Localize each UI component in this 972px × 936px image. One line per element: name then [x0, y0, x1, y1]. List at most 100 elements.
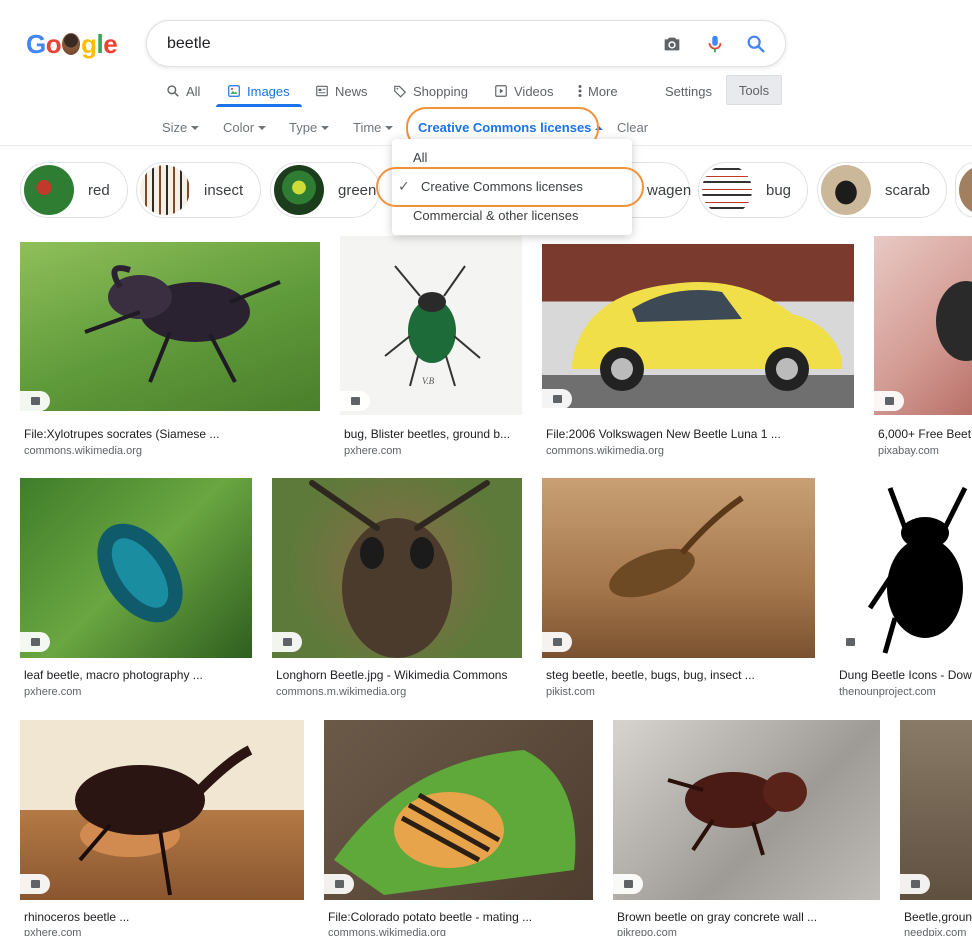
image-badge-icon: [20, 391, 50, 411]
result-thumbnail: [272, 478, 522, 658]
dropdown-item-all[interactable]: All: [392, 145, 632, 169]
chip-label: red: [88, 181, 110, 199]
tab-label: All: [186, 83, 201, 99]
filter-label: Color: [223, 120, 255, 135]
image-result[interactable]: rhinoceros beetle ... pxhere.com: [20, 720, 304, 936]
image-icon: [228, 85, 240, 97]
chip-thumbnail: [24, 165, 74, 215]
filter-size[interactable]: Size: [162, 120, 200, 135]
image-result[interactable]: leaf beetle, macro photography ... pxher…: [20, 478, 252, 700]
result-thumbnail: [542, 244, 854, 408]
logo-letter: o: [45, 29, 62, 59]
image-result[interactable]: Longhorn Beetle.jpg - Wikimedia Commons …: [272, 478, 522, 700]
image-result[interactable]: steg beetle, beetle, bugs, bug, insect .…: [542, 478, 815, 700]
search-icon[interactable]: [745, 33, 767, 55]
search-box[interactable]: beetle: [146, 20, 786, 67]
google-logo[interactable]: Go gle: [26, 29, 118, 60]
tab-shopping[interactable]: Shopping: [393, 80, 468, 102]
result-title: rhinoceros beetle ...: [24, 910, 130, 924]
filter-time[interactable]: Time: [353, 120, 394, 135]
chip-label: scarab: [885, 181, 931, 199]
settings-link[interactable]: Settings: [665, 80, 712, 102]
image-badge-icon: [542, 389, 572, 409]
chip-red[interactable]: red: [20, 162, 128, 218]
result-thumbnail: [20, 720, 304, 900]
result-thumbnail: [324, 720, 593, 900]
image-result[interactable]: 6,000+ Free Beet pixabay.com: [874, 236, 972, 458]
tab-more[interactable]: More: [578, 80, 618, 102]
search-tabs: All Images News Shopping Videos More Set…: [0, 80, 972, 104]
image-badge-icon: [324, 874, 354, 894]
tools-button[interactable]: Tools: [726, 75, 782, 105]
chip-thumbnail: [274, 165, 324, 215]
image-result[interactable]: Brown beetle on gray concrete wall ... p…: [613, 720, 880, 936]
image-badge-icon: [900, 874, 930, 894]
tab-images[interactable]: Images: [227, 80, 290, 102]
result-site: pikrepo.com: [617, 927, 677, 936]
doodle-icon: [62, 33, 81, 55]
result-site: commons.wikimedia.org: [546, 445, 664, 457]
filter-clear[interactable]: Clear: [617, 120, 648, 135]
result-thumbnail: [20, 478, 252, 658]
annotation-highlight-option: [376, 167, 644, 207]
result-thumbnail: V.B: [340, 236, 522, 415]
logo-letter: G: [26, 29, 46, 59]
chip-partial[interactable]: [955, 162, 972, 218]
chip-scarab[interactable]: scarab: [817, 162, 947, 218]
image-result[interactable]: File:Colorado potato beetle - mating ...…: [324, 720, 593, 936]
chip-thumbnail: [702, 165, 752, 215]
result-site: pixabay.com: [878, 445, 939, 457]
more-icon: [578, 85, 582, 97]
result-title: File:2006 Volkswagen New Beetle Luna 1 .…: [546, 427, 781, 441]
dropdown-item-label: All: [413, 149, 428, 165]
image-result[interactable]: V.B bug, Blister beetles, ground b... px…: [340, 236, 522, 458]
result-title: Beetle,groun: [904, 910, 972, 924]
result-title: File:Colorado potato beetle - mating ...: [328, 910, 533, 924]
tab-label: Shopping: [413, 83, 468, 99]
result-thumbnail: [900, 720, 972, 900]
result-title: File:Xylotrupes socrates (Siamese ...: [24, 427, 220, 441]
tab-all[interactable]: All: [166, 80, 200, 102]
result-title: Dung Beetle Icons - Dow: [839, 668, 972, 682]
search-input[interactable]: beetle: [167, 35, 211, 53]
image-result[interactable]: Beetle,groun needpix.com: [900, 720, 972, 936]
result-title: 6,000+ Free Beet: [878, 427, 972, 441]
tab-label: Videos: [514, 83, 554, 99]
chip-bug[interactable]: bug: [698, 162, 808, 218]
chip-thumbnail: [821, 165, 871, 215]
tab-news[interactable]: News: [315, 80, 368, 102]
filter-label: Time: [353, 120, 382, 135]
result-site: commons.wikimedia.org: [24, 445, 142, 457]
logo-letter: g: [81, 29, 97, 59]
image-badge-icon: [20, 874, 50, 894]
result-site: pxhere.com: [344, 445, 402, 457]
image-badge-icon: [613, 874, 643, 894]
image-badge-icon: [272, 632, 302, 652]
filter-type[interactable]: Type: [289, 120, 330, 135]
chip-insect[interactable]: insect: [136, 162, 261, 218]
filter-label: Type: [289, 120, 318, 135]
image-result[interactable]: File:2006 Volkswagen New Beetle Luna 1 .…: [542, 244, 854, 458]
filter-color[interactable]: Color: [223, 120, 267, 135]
chevron-down-icon: [321, 125, 330, 130]
result-title: Longhorn Beetle.jpg - Wikimedia Commons: [276, 668, 508, 682]
result-title: Brown beetle on gray concrete wall ...: [617, 910, 818, 924]
tab-videos[interactable]: Videos: [494, 80, 554, 102]
image-result[interactable]: Dung Beetle Icons - Dow thenounproject.c…: [835, 478, 972, 700]
image-caption: V.B: [422, 376, 435, 386]
chip-label: bug: [766, 181, 792, 199]
camera-icon[interactable]: [661, 33, 683, 55]
image-result[interactable]: File:Xylotrupes socrates (Siamese ... co…: [20, 242, 320, 458]
image-badge-icon: [340, 391, 370, 411]
chip-label: insect: [204, 181, 244, 199]
chip-label: green: [338, 181, 377, 199]
chevron-down-icon: [258, 125, 267, 130]
chip-green[interactable]: green: [270, 162, 380, 218]
chip-thumbnail: [140, 165, 190, 215]
chevron-down-icon: [191, 125, 200, 130]
result-site: thenounproject.com: [839, 686, 936, 698]
image-badge-icon: [874, 391, 904, 411]
chevron-down-icon: [385, 125, 394, 130]
microphone-icon[interactable]: [704, 33, 726, 55]
result-title: steg beetle, beetle, bugs, bug, insect .…: [546, 668, 755, 682]
